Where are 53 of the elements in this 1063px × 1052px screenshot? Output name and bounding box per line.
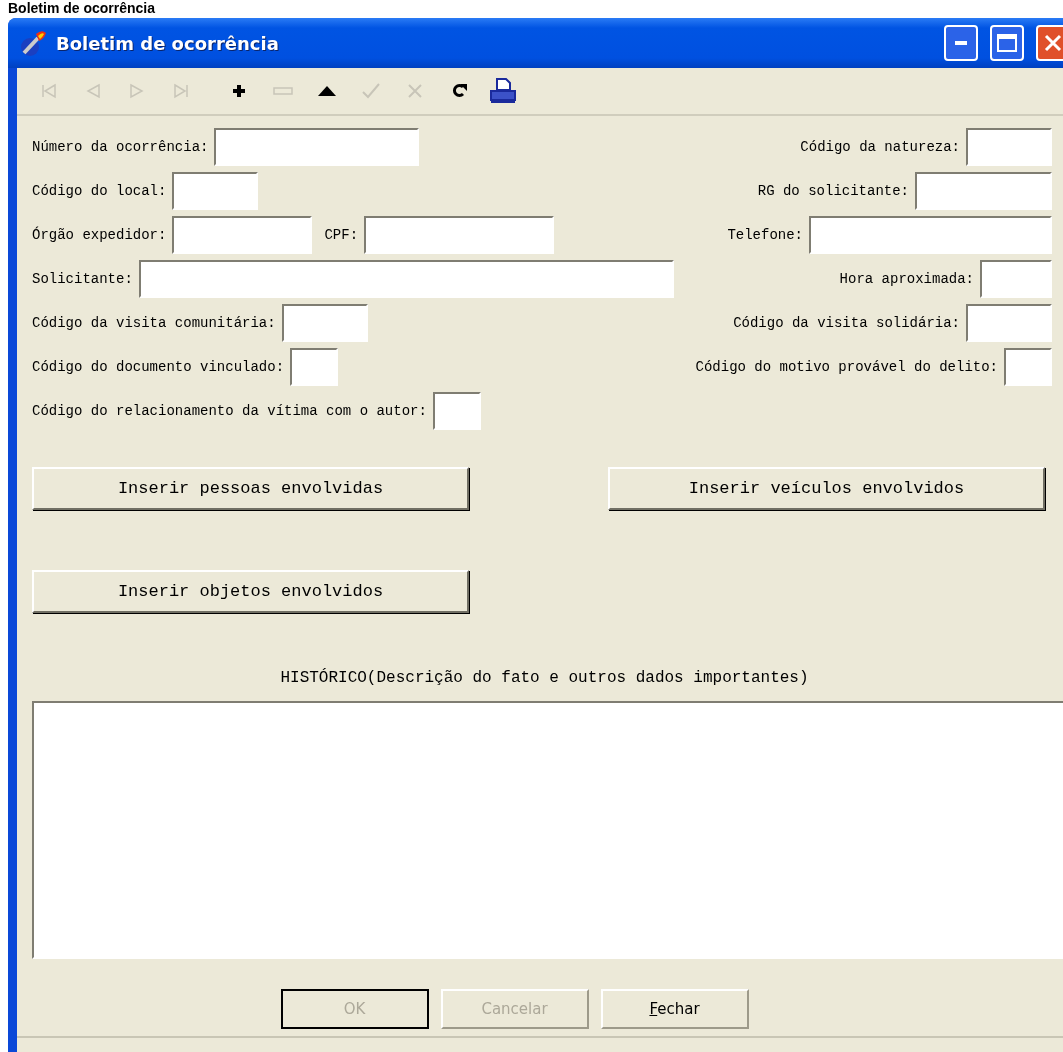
insert-button[interactable]: Inserir pessoas envolvidas [32, 467, 469, 510]
printer-icon [489, 78, 517, 104]
input-field[interactable] [172, 171, 259, 210]
input-field[interactable] [214, 127, 420, 166]
x-icon [407, 83, 423, 99]
up-triangle-icon [318, 86, 336, 96]
field-label: Código do motivo provável do delito: [695, 358, 998, 375]
input-field[interactable] [809, 215, 1052, 254]
input-field[interactable] [172, 215, 313, 254]
last-record-icon [173, 83, 189, 99]
field-label: Número da ocorrência: [32, 138, 209, 155]
field-label: Código da natureza: [800, 138, 960, 155]
torch-icon [20, 29, 48, 57]
minimize-icon [955, 41, 967, 45]
minimize-button[interactable] [944, 25, 978, 61]
check-icon [362, 83, 380, 99]
previous-icon [85, 83, 101, 99]
field-label: Órgão expedidor: [32, 226, 167, 243]
first-record-icon [41, 83, 57, 99]
field-label: Código da visita solidária: [733, 314, 960, 331]
close-icon [1044, 34, 1062, 52]
next-icon [129, 83, 145, 99]
maximize-button[interactable] [990, 25, 1024, 61]
field-label: Código do local: [32, 182, 167, 199]
window-title: Boletim de ocorrência [56, 32, 280, 54]
input-field[interactable] [966, 303, 1052, 342]
refresh-icon [450, 82, 468, 100]
dialog-button[interactable]: Fechar [600, 989, 749, 1029]
page-heading: Boletim de ocorrência [7, 0, 157, 16]
input-field[interactable] [915, 171, 1052, 210]
minus-icon [273, 87, 293, 95]
input-field[interactable] [281, 303, 368, 342]
field-label: Solicitante: [32, 270, 133, 287]
field-label: Telefone: [727, 226, 803, 243]
insert-button[interactable]: Inserir objetos envolvidos [32, 570, 469, 613]
plus-icon [231, 83, 247, 99]
field-label: Código da visita comunitária: [32, 314, 276, 331]
field-label: Código do relacionamento da vítima com o autor: [32, 402, 427, 419]
input-field[interactable] [980, 259, 1052, 298]
close-button[interactable] [1036, 25, 1063, 61]
input-field[interactable] [364, 215, 555, 254]
field-label: Código do documento vinculado: [32, 358, 285, 375]
field-label: Hora aproximada: [839, 270, 974, 287]
field-label: RG do solicitante: [757, 182, 909, 199]
field-label: CPF: [324, 226, 359, 243]
input-field[interactable] [1004, 347, 1052, 386]
input-field[interactable] [138, 259, 674, 298]
input-field[interactable] [290, 347, 339, 386]
insert-button[interactable]: Inserir veículos envolvidos [608, 467, 1045, 510]
maximize-icon [997, 34, 1017, 52]
history-label: HISTÓRICO(Descrição do fato e outros dados importantes) [279, 669, 810, 687]
input-field[interactable] [966, 127, 1052, 166]
input-field[interactable] [432, 391, 481, 430]
